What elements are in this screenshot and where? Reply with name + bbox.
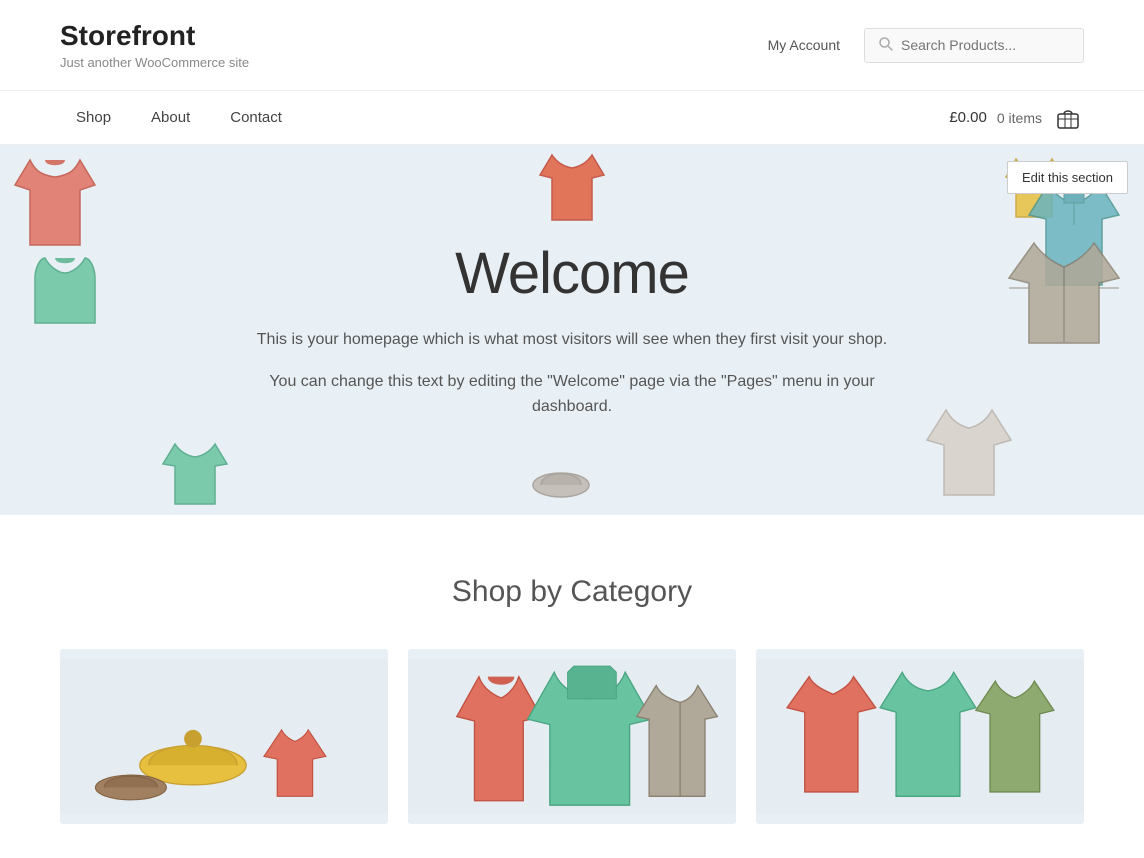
nav-bar: Shop About Contact £0.00 0 items [0, 91, 1144, 145]
nav-link-shop[interactable]: Shop [60, 91, 127, 144]
site-header: Storefront Just another WooCommerce site… [0, 0, 1144, 91]
clothing-illustration-bl [160, 440, 230, 510]
brand-block: Storefront Just another WooCommerce site [60, 20, 249, 70]
hero-title: Welcome [242, 240, 902, 307]
edit-section-button[interactable]: Edit this section [1007, 161, 1128, 194]
brand-name: Storefront [60, 20, 249, 52]
cart-total: £0.00 [949, 109, 987, 126]
my-account-link[interactable]: My Account [768, 37, 840, 53]
search-icon [879, 37, 893, 54]
category-card-2[interactable] [408, 649, 736, 824]
cart-area: £0.00 0 items [949, 102, 1084, 134]
search-box [864, 28, 1084, 63]
hero-description-1: This is your homepage which is what most… [242, 327, 902, 353]
shop-section-title: Shop by Category [60, 575, 1084, 609]
shop-section: Shop by Category [0, 515, 1144, 824]
cart-icon[interactable] [1052, 102, 1084, 134]
nav-link-about[interactable]: About [135, 91, 206, 144]
nav-links: Shop About Contact [60, 91, 298, 144]
brand-tagline: Just another WooCommerce site [60, 55, 249, 70]
cart-items-count: 0 items [997, 110, 1042, 126]
clothing-illustration-ml [30, 253, 100, 333]
hero-section: Edit this section [0, 145, 1144, 515]
hero-content: Welcome This is your homepage which is w… [222, 200, 922, 460]
category-grid [60, 649, 1084, 824]
search-input[interactable] [901, 37, 1069, 53]
header-right: My Account [768, 28, 1084, 63]
clothing-illustration-br [924, 405, 1014, 505]
clothing-illustration-mr [1004, 233, 1124, 353]
category-card-3[interactable] [756, 649, 1084, 824]
clothing-illustration-tl [10, 155, 100, 255]
category-card-1[interactable] [60, 649, 388, 824]
hero-description-2: You can change this text by editing the … [242, 369, 902, 420]
nav-link-contact[interactable]: Contact [214, 91, 298, 144]
